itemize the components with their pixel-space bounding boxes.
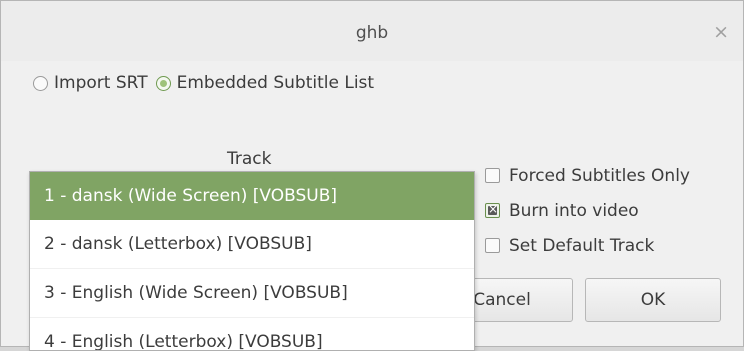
options-checkboxes: Forced Subtitles Only Burn into video Se…	[485, 158, 690, 263]
forced-subtitles-only-row[interactable]: Forced Subtitles Only	[485, 158, 690, 193]
forced-subtitles-only-label[interactable]: Forced Subtitles Only	[509, 166, 690, 186]
set-default-track-row[interactable]: Set Default Track	[485, 228, 690, 263]
track-option-3[interactable]: 3 - English (Wide Screen) [VOBSUB]	[30, 269, 474, 318]
burn-into-video-checkbox[interactable]	[485, 202, 500, 218]
window-title: ghb	[355, 23, 389, 43]
ok-button[interactable]: OK	[585, 278, 721, 322]
track-dropdown-list[interactable]: 1 - dansk (Wide Screen) [VOBSUB] 2 - dan…	[29, 171, 475, 351]
title-bar[interactable]: ghb ×	[1, 1, 743, 61]
track-label: Track	[227, 149, 272, 169]
burn-into-video-row[interactable]: Burn into video	[485, 193, 690, 228]
embedded-subtitle-list-label[interactable]: Embedded Subtitle List	[177, 73, 375, 93]
track-option-4[interactable]: 4 - English (Letterbox) [VOBSUB]	[30, 318, 474, 350]
import-srt-radio[interactable]	[33, 75, 48, 91]
import-srt-label[interactable]: Import SRT	[54, 73, 148, 93]
track-option-1[interactable]: 1 - dansk (Wide Screen) [VOBSUB]	[30, 172, 474, 220]
subtitle-dialog: ghb × Import SRT Embedded Subtitle List …	[0, 0, 744, 351]
embedded-subtitle-list-radio[interactable]	[155, 75, 171, 91]
source-radio-group: Import SRT Embedded Subtitle List	[33, 73, 382, 93]
set-default-track-checkbox[interactable]	[485, 238, 500, 253]
burn-into-video-label[interactable]: Burn into video	[509, 201, 639, 221]
track-option-2[interactable]: 2 - dansk (Letterbox) [VOBSUB]	[30, 220, 474, 269]
close-icon[interactable]: ×	[713, 21, 729, 43]
set-default-track-label[interactable]: Set Default Track	[509, 236, 654, 256]
forced-subtitles-only-checkbox[interactable]	[485, 168, 500, 183]
